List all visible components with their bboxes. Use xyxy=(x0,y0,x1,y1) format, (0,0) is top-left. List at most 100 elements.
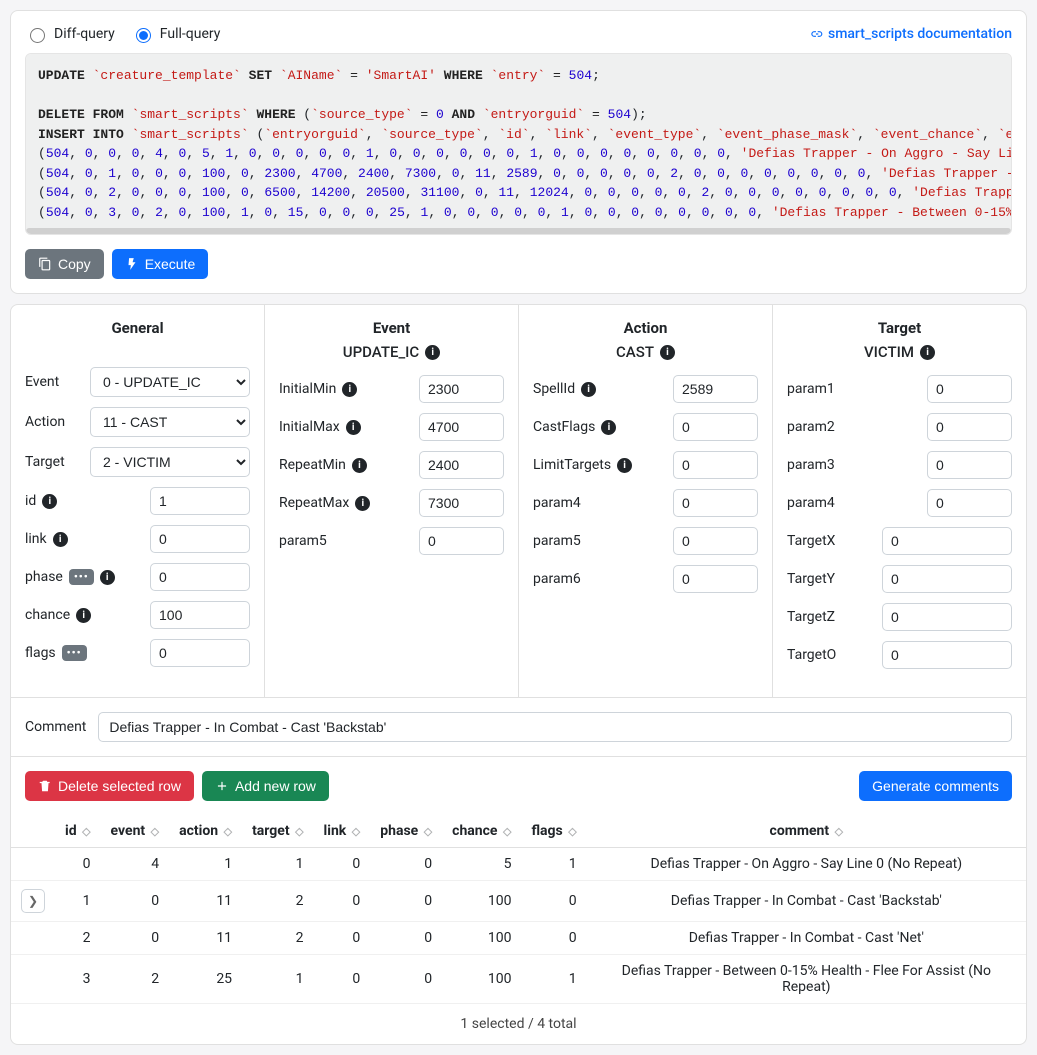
col-event[interactable]: event ◇ xyxy=(101,815,170,848)
param-label: param5 xyxy=(279,533,327,549)
table-row[interactable]: 20112001000Defias Trapper - In Combat - … xyxy=(11,922,1026,955)
id-input[interactable] xyxy=(150,487,250,515)
table-row[interactable]: 32251001001Defias Trapper - Between 0-15… xyxy=(11,955,1026,1004)
target-param-input[interactable] xyxy=(882,641,1012,669)
query-card: Diff-query Full-query smart_scripts docu… xyxy=(10,10,1027,294)
documentation-link[interactable]: smart_scripts documentation xyxy=(809,26,1012,42)
plus-icon xyxy=(215,779,229,793)
link-icon xyxy=(809,27,823,41)
event-panel: Event UPDATE_ICi InitialMiniInitialMaxiR… xyxy=(265,305,519,697)
info-icon: i xyxy=(617,458,632,473)
target-param-input[interactable] xyxy=(927,489,1012,517)
general-panel: General Event 0 - UPDATE_IC Action 11 - … xyxy=(11,305,265,697)
table-pager: 1 selected / 4 total xyxy=(11,1004,1026,1044)
param-label: RepeatMax xyxy=(279,495,349,511)
action-title: Action xyxy=(533,319,758,337)
info-icon: i xyxy=(76,608,91,623)
bolt-icon xyxy=(125,257,139,271)
flags-input[interactable] xyxy=(150,639,250,667)
info-icon: i xyxy=(920,345,935,360)
action-subtitle: CAST xyxy=(616,343,654,361)
info-icon: i xyxy=(100,570,115,585)
target-select[interactable]: 2 - VICTIM xyxy=(90,447,250,477)
action-param-input[interactable] xyxy=(673,565,758,593)
param-label: param2 xyxy=(787,419,835,435)
table-row[interactable]: ❯10112001000Defias Trapper - In Combat -… xyxy=(11,881,1026,922)
target-param-input[interactable] xyxy=(882,565,1012,593)
event-param-input[interactable] xyxy=(419,451,504,479)
copy-button[interactable]: Copy xyxy=(25,249,104,279)
event-title: Event xyxy=(279,319,504,337)
target-title: Target xyxy=(787,319,1012,337)
general-title: General xyxy=(25,319,250,337)
col-phase[interactable]: phase ◇ xyxy=(370,815,442,848)
target-panel: Target VICTIMi param1param2param3param4T… xyxy=(773,305,1026,697)
add-row-button[interactable]: Add new row xyxy=(202,771,329,801)
execute-button[interactable]: Execute xyxy=(112,249,209,279)
param-label: TargetY xyxy=(787,571,835,587)
info-icon: i xyxy=(355,496,370,511)
editor-card: General Event 0 - UPDATE_IC Action 11 - … xyxy=(10,304,1027,1045)
picker-icon[interactable]: ••• xyxy=(62,645,87,661)
target-param-input[interactable] xyxy=(882,527,1012,555)
action-param-input[interactable] xyxy=(673,489,758,517)
action-param-input[interactable] xyxy=(673,413,758,441)
action-panel: Action CASTi SpellIdiCastFlagsiLimitTarg… xyxy=(519,305,773,697)
diff-query-radio[interactable]: Diff-query xyxy=(25,25,115,43)
trash-icon xyxy=(38,779,52,793)
generate-comments-button[interactable]: Generate comments xyxy=(859,771,1012,801)
info-icon: i xyxy=(581,382,596,397)
action-param-input[interactable] xyxy=(673,451,758,479)
event-select[interactable]: 0 - UPDATE_IC xyxy=(90,367,250,397)
event-param-input[interactable] xyxy=(419,413,504,441)
param-label: CastFlags xyxy=(533,419,595,435)
picker-icon[interactable]: ••• xyxy=(69,569,94,585)
param-label: InitialMax xyxy=(279,419,340,435)
info-icon: i xyxy=(352,458,367,473)
target-param-input[interactable] xyxy=(882,603,1012,631)
param-label: param5 xyxy=(533,533,581,549)
comment-input[interactable] xyxy=(98,712,1012,742)
info-icon: i xyxy=(601,420,616,435)
col-link[interactable]: link ◇ xyxy=(314,815,371,848)
event-param-input[interactable] xyxy=(419,375,504,403)
target-param-input[interactable] xyxy=(927,451,1012,479)
col-target[interactable]: target ◇ xyxy=(242,815,313,848)
info-icon: i xyxy=(346,420,361,435)
info-icon: i xyxy=(660,345,675,360)
event-param-input[interactable] xyxy=(419,527,504,555)
link-input[interactable] xyxy=(150,525,250,553)
col-chance[interactable]: chance ◇ xyxy=(442,815,521,848)
chance-input[interactable] xyxy=(150,601,250,629)
phase-input[interactable] xyxy=(150,563,250,591)
action-select[interactable]: 11 - CAST xyxy=(90,407,250,437)
param-label: TargetX xyxy=(787,533,835,549)
info-icon: i xyxy=(425,345,440,360)
rows-table: id ◇event ◇action ◇target ◇link ◇phase ◇… xyxy=(11,815,1026,1004)
col-action[interactable]: action ◇ xyxy=(169,815,242,848)
param-label: InitialMin xyxy=(279,381,336,397)
action-param-input[interactable] xyxy=(673,527,758,555)
expand-row-button[interactable]: ❯ xyxy=(21,889,45,913)
param-label: param4 xyxy=(533,495,581,511)
full-query-radio[interactable]: Full-query xyxy=(131,25,221,43)
target-param-input[interactable] xyxy=(927,413,1012,441)
col-comment[interactable]: comment ◇ xyxy=(587,815,1026,848)
param-label: TargetZ xyxy=(787,609,835,625)
table-row[interactable]: 04110051Defias Trapper - On Aggro - Say … xyxy=(11,848,1026,881)
col-flags[interactable]: flags ◇ xyxy=(521,815,586,848)
action-param-input[interactable] xyxy=(673,375,758,403)
copy-icon xyxy=(38,257,52,271)
param-label: param1 xyxy=(787,381,835,397)
info-icon: i xyxy=(342,382,357,397)
target-param-input[interactable] xyxy=(927,375,1012,403)
target-subtitle: VICTIM xyxy=(864,343,914,361)
sql-code-block: UPDATE `creature_template` SET `AIName` … xyxy=(25,53,1012,235)
param-label: TargetO xyxy=(787,647,836,663)
param-label: LimitTargets xyxy=(533,457,611,473)
event-subtitle: UPDATE_IC xyxy=(343,343,419,361)
col-id[interactable]: id ◇ xyxy=(55,815,101,848)
param-label: RepeatMin xyxy=(279,457,346,473)
event-param-input[interactable] xyxy=(419,489,504,517)
delete-row-button[interactable]: Delete selected row xyxy=(25,771,194,801)
